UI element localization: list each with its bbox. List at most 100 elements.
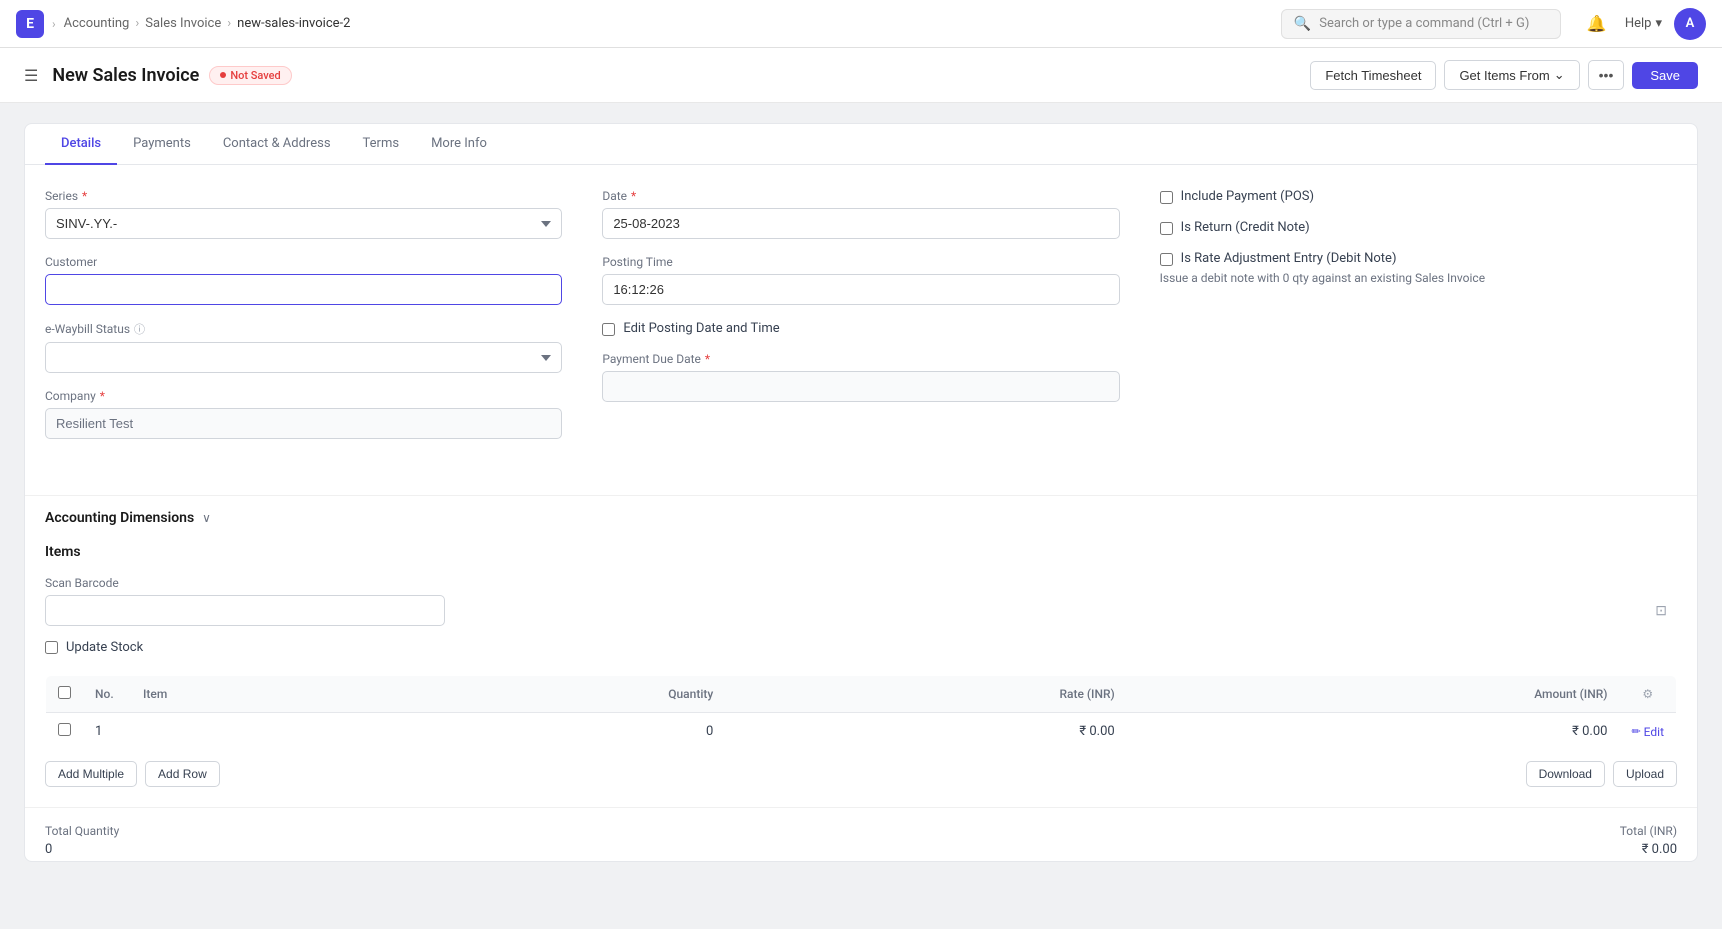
status-dot [220, 72, 226, 78]
row-quantity-cell: 0 [376, 713, 726, 751]
ewaybill-label: e-Waybill Status ⓘ [45, 321, 562, 337]
tab-terms[interactable]: Terms [347, 124, 416, 165]
items-table-head: No. Item Quantity Rate (INR) Amount (INR… [46, 676, 1677, 713]
total-quantity-value: 0 [45, 842, 119, 857]
company-group: Company * [45, 389, 562, 439]
tab-contact-address[interactable]: Contact & Address [207, 124, 347, 165]
scan-input-wrapper: ⊡ [45, 595, 1677, 626]
breadcrumb-accounting[interactable]: Accounting [64, 16, 130, 31]
app-icon: E [16, 10, 44, 38]
main-content: Details Payments Contact & Address Terms… [0, 103, 1722, 882]
breadcrumb: Accounting › Sales Invoice › new-sales-i… [64, 16, 351, 31]
accounting-dimensions-header[interactable]: Accounting Dimensions ∨ [25, 495, 1697, 540]
th-amount: Amount (INR) [1127, 676, 1620, 713]
get-items-from-button[interactable]: Get Items From ⌄ [1444, 60, 1579, 90]
topnav: E › Accounting › Sales Invoice › new-sal… [0, 0, 1722, 48]
company-input[interactable] [45, 408, 562, 439]
ewaybill-select[interactable] [45, 342, 562, 373]
posting-time-label: Posting Time [602, 255, 1119, 269]
update-stock-row: Update Stock [45, 640, 1677, 655]
page-header: ☰ New Sales Invoice Not Saved Fetch Time… [0, 48, 1722, 103]
save-button[interactable]: Save [1632, 62, 1698, 89]
date-required-marker: * [631, 189, 636, 203]
items-section-title: Items [45, 544, 1677, 560]
settings-gear-icon[interactable]: ⚙ [1642, 687, 1653, 701]
upload-button[interactable]: Upload [1613, 761, 1677, 787]
items-table-body: 1 0 ₹ 0.00 ₹ 0.00 ✏ Edit [46, 713, 1677, 751]
breadcrumb-sep-2: › [227, 16, 231, 31]
table-row: 1 0 ₹ 0.00 ₹ 0.00 ✏ Edit [46, 713, 1677, 751]
rate-adjustment-label: Is Rate Adjustment Entry (Debit Note) [1160, 251, 1677, 266]
notification-bell-icon[interactable]: 🔔 [1581, 8, 1613, 40]
th-item: Item [131, 676, 376, 713]
total-quantity-group: Total Quantity 0 [45, 824, 119, 857]
series-select[interactable]: SINV-.YY.- [45, 208, 562, 239]
scan-barcode-label: Scan Barcode [45, 576, 1677, 590]
payment-due-required-marker: * [705, 352, 710, 366]
payment-due-date-input[interactable] [602, 371, 1119, 402]
nav-icons: 🔔 Help ▾ A [1581, 8, 1706, 40]
customer-group: Customer [45, 255, 562, 305]
get-items-chevron-icon: ⌄ [1554, 67, 1565, 83]
rate-adjustment-desc: Issue a debit note with 0 qty against an… [1160, 270, 1677, 287]
hamburger-menu-icon[interactable]: ☰ [24, 66, 38, 85]
edit-row-button[interactable]: ✏ Edit [1631, 725, 1664, 739]
tab-details[interactable]: Details [45, 124, 117, 165]
search-placeholder: Search or type a command (Ctrl + G) [1319, 16, 1529, 31]
date-label: Date * [602, 189, 1119, 203]
avatar[interactable]: A [1674, 8, 1706, 40]
tabs-bar: Details Payments Contact & Address Terms… [25, 124, 1697, 165]
help-chevron-icon: ▾ [1655, 16, 1662, 31]
ewaybill-select-wrapper [45, 342, 562, 373]
tab-more-info[interactable]: More Info [415, 124, 503, 165]
edit-icon: ✏ [1631, 725, 1640, 738]
rate-adjustment-group: Is Rate Adjustment Entry (Debit Note) Is… [1160, 251, 1677, 287]
is-return-group: Is Return (Credit Note) [1160, 220, 1677, 235]
edit-posting-checkbox-label: Edit Posting Date and Time [602, 321, 1119, 336]
series-label: Series * [45, 189, 562, 203]
form-col-2: Date * Posting Time Edit Posting Date an… [602, 189, 1119, 455]
scan-barcode-icon: ⊡ [1655, 603, 1667, 619]
help-button[interactable]: Help ▾ [1625, 16, 1662, 31]
series-required-marker: * [82, 189, 87, 203]
global-search[interactable]: 🔍 Search or type a command (Ctrl + G) [1281, 9, 1561, 39]
include-payment-checkbox[interactable] [1160, 191, 1173, 204]
form-col-1: Series * SINV-.YY.- Customer [45, 189, 562, 455]
edit-posting-checkbox[interactable] [602, 323, 615, 336]
download-button[interactable]: Download [1526, 761, 1605, 787]
row-edit-cell: ✏ Edit [1619, 713, 1676, 751]
scan-barcode-input[interactable] [45, 595, 445, 626]
form-card: Details Payments Contact & Address Terms… [24, 123, 1698, 862]
row-checkbox[interactable] [58, 723, 71, 736]
accounting-dimensions-title: Accounting Dimensions [45, 510, 194, 526]
table-actions-right: Download Upload [1526, 761, 1677, 787]
page-title: New Sales Invoice [52, 65, 199, 86]
row-item-cell [131, 713, 376, 751]
more-options-button[interactable]: ••• [1588, 60, 1625, 90]
ewaybill-help-icon[interactable]: ⓘ [134, 321, 145, 337]
add-multiple-button[interactable]: Add Multiple [45, 761, 137, 787]
select-all-checkbox[interactable] [58, 686, 71, 699]
breadcrumb-sales-invoice[interactable]: Sales Invoice [145, 16, 221, 31]
is-return-checkbox[interactable] [1160, 222, 1173, 235]
breadcrumb-sep-1: › [135, 16, 139, 31]
posting-time-input[interactable] [602, 274, 1119, 305]
add-row-button[interactable]: Add Row [145, 761, 220, 787]
payment-due-date-label: Payment Due Date * [602, 352, 1119, 366]
fetch-timesheet-button[interactable]: Fetch Timesheet [1310, 61, 1436, 90]
include-payment-group: Include Payment (POS) [1160, 189, 1677, 204]
row-checkbox-cell [46, 713, 84, 751]
th-rate: Rate (INR) [725, 676, 1126, 713]
update-stock-checkbox[interactable] [45, 641, 58, 654]
customer-label: Customer [45, 255, 562, 269]
search-icon: 🔍 [1294, 16, 1311, 32]
form-main-section: Series * SINV-.YY.- Customer [45, 189, 1677, 455]
customer-input[interactable] [45, 274, 562, 305]
ewaybill-group: e-Waybill Status ⓘ [45, 321, 562, 373]
status-badge: Not Saved [209, 66, 291, 85]
is-return-label: Is Return (Credit Note) [1160, 220, 1677, 235]
date-input[interactable] [602, 208, 1119, 239]
rate-adjustment-checkbox[interactable] [1160, 253, 1173, 266]
th-quantity: Quantity [376, 676, 726, 713]
tab-payments[interactable]: Payments [117, 124, 207, 165]
